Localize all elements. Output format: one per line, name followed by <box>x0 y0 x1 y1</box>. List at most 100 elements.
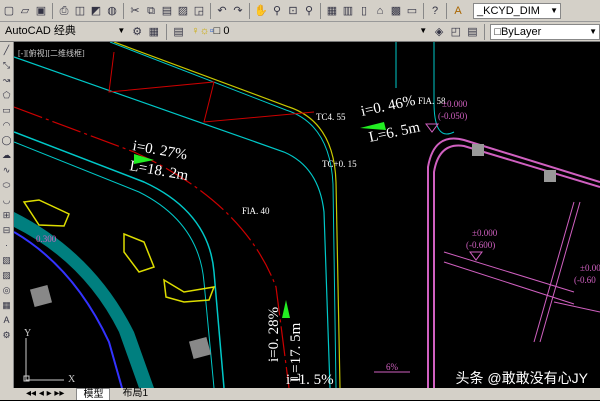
table-icon[interactable]: ▦ <box>1 299 13 311</box>
save-icon[interactable]: ▣ <box>34 4 48 18</box>
zoom-previous-icon[interactable]: ⚲ <box>302 4 316 18</box>
dimstyle-select[interactable]: _KCYD_DIM ▼ <box>473 2 561 19</box>
calculator-icon[interactable]: ▭ <box>405 4 419 18</box>
polyline-icon[interactable]: ↝ <box>1 74 13 86</box>
watermark: 头条 @敢敢没有心JY <box>455 370 588 386</box>
layer-properties-icon[interactable]: ▤ <box>172 25 186 39</box>
line-icon[interactable]: ╱ <box>1 44 13 56</box>
slope-percent: 6% <box>386 362 399 372</box>
layer-state-icon[interactable]: ▤ <box>466 25 480 39</box>
rectangle-icon[interactable]: ▭ <box>1 104 13 116</box>
layer-previous-icon[interactable]: ◰ <box>449 25 463 39</box>
separator <box>210 2 211 19</box>
tab-nav-arrows[interactable]: ◂◂ ◂ ▸ ▸▸ <box>20 388 70 400</box>
linetype-value: ByLayer <box>500 25 542 38</box>
column <box>472 144 484 156</box>
block-editor-icon[interactable]: ◲ <box>192 4 206 18</box>
circle-icon[interactable]: ◯ <box>1 134 13 146</box>
polygon-icon[interactable]: ⬠ <box>1 89 13 101</box>
copy-icon[interactable]: ⧉ <box>144 4 158 18</box>
workspace-settings-icon[interactable]: ⚙ <box>130 25 144 39</box>
add-selected-icon[interactable]: ⚙ <box>1 329 13 341</box>
tc-label: TC+0. 15 <box>322 159 357 169</box>
hatch-icon[interactable]: ▧ <box>1 254 13 266</box>
design-center-icon[interactable]: ▥ <box>341 4 355 18</box>
construction-line-icon[interactable]: ⤡ <box>1 59 13 71</box>
ucs-x-label: X <box>68 374 76 385</box>
print-icon[interactable]: ⎙ <box>57 4 71 18</box>
tab-model[interactable]: 模型 <box>76 388 111 400</box>
open-icon[interactable]: ▱ <box>18 4 32 18</box>
markup-icon[interactable]: ▩ <box>389 4 403 18</box>
spline-icon[interactable]: ∿ <box>1 164 13 176</box>
workspace-select[interactable]: AutoCAD 经典 ▼ <box>2 23 128 40</box>
chevron-down-icon: ▼ <box>419 25 428 35</box>
building-walls <box>443 201 600 343</box>
elevation-text: (-0.600) <box>466 240 495 250</box>
match-properties-icon[interactable]: ▨ <box>176 4 190 18</box>
ellipse-arc-icon[interactable]: ◡ <box>1 194 13 206</box>
make-current-icon[interactable]: ◈ <box>432 25 446 39</box>
paste-icon[interactable]: ▤ <box>160 4 174 18</box>
separator <box>423 2 424 19</box>
ellipse-icon[interactable]: ⬭ <box>1 179 13 191</box>
sheet-set-icon[interactable]: ⌂ <box>373 4 387 18</box>
tree-square <box>29 284 53 308</box>
properties-icon[interactable]: ▦ <box>325 4 339 18</box>
elevation-text: (-0.050) <box>438 111 467 121</box>
undo-icon[interactable]: ↶ <box>215 4 229 18</box>
region-icon[interactable]: ◎ <box>1 284 13 296</box>
elevation-text: ±0.00 <box>580 263 600 273</box>
mtext-icon[interactable]: A <box>1 314 13 326</box>
linetype-select[interactable]: □ByLayer ▼ <box>490 23 600 40</box>
new-icon[interactable]: ▢ <box>2 4 16 18</box>
color-swatch-icon: □ <box>213 24 221 37</box>
column <box>544 170 556 182</box>
tree-square <box>188 336 212 360</box>
workspace-save-icon[interactable]: ▦ <box>147 25 161 39</box>
layer-value: 0 <box>223 24 230 37</box>
arc-icon[interactable]: ◠ <box>1 119 13 131</box>
elevation-text: ±0.000 <box>442 99 468 109</box>
viewport-label[interactable]: [-][俯视][二维线框] <box>18 48 85 58</box>
elevation-text: ±0.000 <box>472 228 498 238</box>
publish-icon[interactable]: ◩ <box>89 4 103 18</box>
chevron-down-icon: ▼ <box>117 25 126 35</box>
make-block-icon[interactable]: ⊟ <box>1 224 13 236</box>
slope-label: i=0. 46% <box>360 93 417 120</box>
zoom-realtime-icon[interactable]: ⚲ <box>270 4 284 18</box>
elevation-labels: FlA. 40 FlA. 58 TC4. 55 TC+0. 15 <box>242 96 446 216</box>
redo-icon[interactable]: ↷ <box>231 4 245 18</box>
pan-icon[interactable]: ✋ <box>254 4 268 18</box>
point-icon[interactable]: · <box>1 239 13 251</box>
drawing: [-][俯视][二维线框] i=0. 27% L=18. 2m i=0. 46%… <box>13 41 600 389</box>
gradient-icon[interactable]: ▨ <box>1 269 13 281</box>
layer-select[interactable]: ♀☼▫□ 0 ▼ <box>188 23 430 40</box>
layout-tabs: ◂◂ ◂ ▸ ▸▸ 模型 布局1 <box>0 388 600 400</box>
3d-icon[interactable]: ◍ <box>105 4 119 18</box>
insert-block-icon[interactable]: ⊞ <box>1 209 13 221</box>
slope-label: i=1. 5% <box>286 372 334 388</box>
chevron-down-icon: ▼ <box>589 26 598 36</box>
drawing-canvas[interactable]: [-][俯视][二维线框] i=0. 27% L=18. 2m i=0. 46%… <box>13 41 600 389</box>
planting-beds <box>22 199 216 303</box>
help-icon[interactable]: ? <box>428 4 442 18</box>
draw-toolbar: ╱ ⤡ ↝ ⬠ ▭ ◠ ◯ ☁ ∿ ⬭ ◡ ⊞ ⊟ · ▧ ▨ ◎ ▦ A ⚙ <box>0 42 14 388</box>
revcloud-icon[interactable]: ☁ <box>1 149 13 161</box>
length-label: L=6. 5m <box>368 119 422 145</box>
fla-label: FlA. 40 <box>242 206 270 216</box>
curb-line-yellow <box>113 41 341 389</box>
separator <box>165 23 167 40</box>
text-style-icon[interactable]: A <box>451 4 465 18</box>
elevation-text: 0.300 <box>36 234 57 244</box>
zoom-window-icon[interactable]: ⊡ <box>286 4 300 18</box>
tab-layout1[interactable]: 布局1 <box>116 388 154 400</box>
tool-palettes-icon[interactable]: ▯ <box>357 4 371 18</box>
cut-icon[interactable]: ✂ <box>128 4 142 18</box>
layers-toolbar: AutoCAD 经典 ▼ ⚙ ▦ ▤ ♀☼▫□ 0 ▼ ◈ ◰ ▤ □ByLayer… <box>0 22 600 42</box>
slope-label: i=0. 28% <box>266 307 282 362</box>
lightbulb-icon[interactable]: ♀ <box>191 25 199 37</box>
slope-labels: i=0. 27% L=18. 2m i=0. 46% L=6. 5m i=0. … <box>128 93 422 388</box>
sun-icon[interactable]: ☼ <box>200 25 210 37</box>
preview-icon[interactable]: ◫ <box>73 4 87 18</box>
